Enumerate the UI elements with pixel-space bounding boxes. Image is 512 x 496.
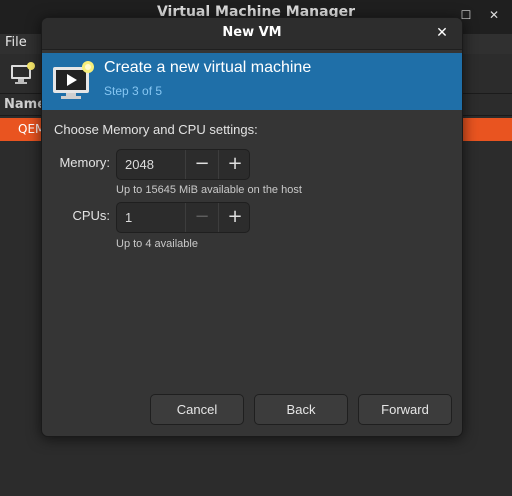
memory-hint: Up to 15645 MiB available on the host xyxy=(116,184,302,196)
window-close-icon[interactable]: ✕ xyxy=(486,7,502,23)
banner-step: Step 3 of 5 xyxy=(104,84,163,98)
new-vm-monitor-icon[interactable] xyxy=(10,62,36,90)
wizard-banner: Create a new virtual machine Step 3 of 5 xyxy=(42,53,462,110)
close-icon[interactable]: ✕ xyxy=(432,23,452,43)
dialog-title: New VM xyxy=(222,25,282,40)
cancel-button[interactable]: Cancel xyxy=(150,394,244,425)
memory-label: Memory: xyxy=(59,155,110,170)
menu-file[interactable]: File xyxy=(5,35,27,50)
cpus-spinner: − + xyxy=(116,202,250,233)
memory-input[interactable] xyxy=(117,150,185,179)
memory-decrement-button[interactable]: − xyxy=(185,150,218,179)
monitor-play-icon xyxy=(50,58,98,106)
cpus-label: CPUs: xyxy=(72,208,110,223)
dialog-header: New VM ✕ xyxy=(42,18,462,50)
column-name-header[interactable]: Name xyxy=(4,97,46,112)
cpus-increment-button[interactable]: + xyxy=(218,203,249,232)
new-vm-dialog: New VM ✕ Create a new virtual machine St… xyxy=(41,17,463,437)
memory-increment-button[interactable]: + xyxy=(218,150,249,179)
cpus-decrement-button[interactable]: − xyxy=(185,203,218,232)
forward-button[interactable]: Forward xyxy=(358,394,452,425)
section-heading: Choose Memory and CPU settings: xyxy=(54,122,258,137)
cpus-input[interactable] xyxy=(117,203,185,232)
cpus-hint: Up to 4 available xyxy=(116,238,198,250)
back-button[interactable]: Back xyxy=(254,394,348,425)
memory-spinner: − + xyxy=(116,149,250,180)
banner-title: Create a new virtual machine xyxy=(104,59,312,76)
